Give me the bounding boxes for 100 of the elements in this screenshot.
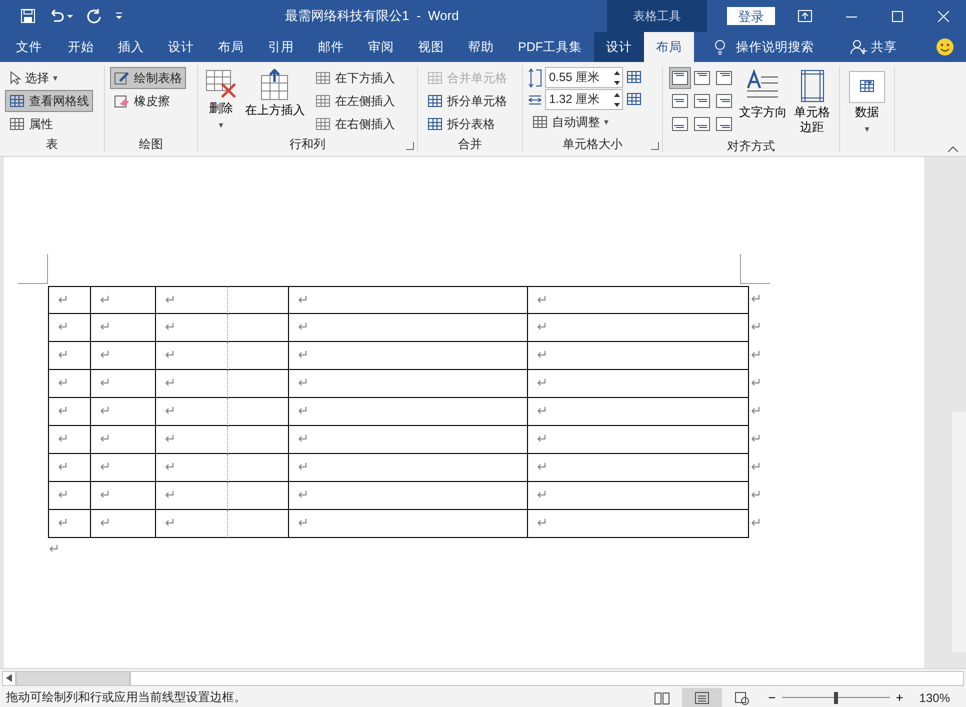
login-button[interactable]: 登录	[727, 7, 775, 25]
table-cell[interactable]	[228, 482, 289, 510]
table-cell[interactable]	[228, 342, 289, 370]
insert-above-button[interactable]: 在上方插入	[243, 67, 307, 135]
table-cell[interactable]: ↵	[91, 342, 156, 370]
zoom-thumb[interactable]	[834, 692, 838, 704]
table-cell[interactable]: ↵	[528, 342, 749, 370]
table-cell[interactable]: ↵	[156, 314, 228, 342]
ribbon-button[interactable]: 拆分单元格	[423, 90, 511, 112]
table-cell[interactable]: ↵	[91, 454, 156, 482]
redo-icon[interactable]	[86, 8, 102, 24]
launcher-icon[interactable]	[651, 142, 659, 150]
table-cell[interactable]: ↵	[156, 342, 228, 370]
table-cell[interactable]	[228, 314, 289, 342]
table-cell[interactable]: ↵	[91, 510, 156, 538]
table-cell[interactable]: ↵	[156, 482, 228, 510]
table-cell[interactable]: ↵	[289, 398, 528, 426]
table-cell[interactable]: ↵	[528, 482, 749, 510]
ribbon-tab[interactable]: 帮助	[456, 32, 506, 62]
ribbon-button[interactable]: 在下方插入	[311, 67, 399, 89]
table-cell[interactable]: ↵	[289, 286, 528, 314]
table-cell[interactable]: ↵	[528, 454, 749, 482]
ribbon-tab[interactable]: 引用	[256, 32, 306, 62]
table-cell[interactable]	[228, 426, 289, 454]
table-cell[interactable]: ↵	[528, 286, 749, 314]
width-field[interactable]: 1.32 厘米	[545, 89, 623, 110]
data-button[interactable]: 数据 ▾	[847, 67, 887, 151]
table-cell[interactable]	[228, 370, 289, 398]
ribbon-tab[interactable]: 文件	[0, 32, 56, 62]
table-cell[interactable]: ↵	[48, 314, 91, 342]
share-button[interactable]: 共享	[844, 32, 903, 62]
table-cell[interactable]: ↵	[528, 510, 749, 538]
ribbon-button[interactable]: 在左侧插入	[311, 90, 399, 112]
table-cell[interactable]: ↵	[156, 454, 228, 482]
delete-button[interactable]: 删除 ▾	[203, 67, 239, 135]
ribbon-tab[interactable]: 开始	[56, 32, 106, 62]
table-cell[interactable]: ↵	[48, 286, 91, 314]
table-cell[interactable]: ↵	[48, 482, 91, 510]
table-cell[interactable]: ↵	[48, 426, 91, 454]
table-cell[interactable]: ↵	[156, 426, 228, 454]
table-cell[interactable]: ↵	[48, 342, 91, 370]
table-cell[interactable]: ↵	[289, 370, 528, 398]
table-cell[interactable]: ↵	[156, 286, 228, 314]
table-cell[interactable]: ↵	[289, 314, 528, 342]
table-cell[interactable]: ↵	[48, 370, 91, 398]
table-cell[interactable]: ↵	[528, 370, 749, 398]
table-cell[interactable]: ↵	[91, 370, 156, 398]
table-cell[interactable]: ↵	[91, 398, 156, 426]
table-cell[interactable]: ↵	[91, 426, 156, 454]
ribbon-tab[interactable]: PDF工具集	[506, 32, 594, 62]
table-cell[interactable]: ↵	[91, 482, 156, 510]
ribbon-button[interactable]: 属性	[5, 113, 93, 135]
scroll-left-button[interactable]	[2, 671, 16, 686]
table-cell[interactable]: ↵	[156, 370, 228, 398]
table-cell[interactable]: ↵	[48, 454, 91, 482]
table-cell[interactable]	[228, 510, 289, 538]
text-direction-button[interactable]: 文字方向	[737, 67, 789, 137]
tell-me-search[interactable]: 操作说明搜索	[708, 32, 820, 62]
ribbon-tab[interactable]: 设计	[156, 32, 206, 62]
customize-icon[interactable]	[114, 11, 124, 21]
table-cell[interactable]: ↵	[48, 398, 91, 426]
ribbon-tab[interactable]: 设计	[594, 32, 644, 62]
table-cell[interactable]	[228, 398, 289, 426]
collapse-ribbon-icon[interactable]	[948, 146, 958, 152]
table-cell[interactable]: ↵	[528, 314, 749, 342]
table-cell[interactable]: ↵	[91, 314, 156, 342]
align-button[interactable]	[669, 67, 691, 89]
ribbon-tab[interactable]: 邮件	[306, 32, 356, 62]
ribbon-tab[interactable]: 审阅	[356, 32, 406, 62]
save-icon[interactable]	[20, 8, 36, 24]
ribbon-button[interactable]: 橡皮擦	[110, 90, 186, 112]
table-cell[interactable]: ↵	[528, 426, 749, 454]
print-layout-icon[interactable]	[682, 688, 722, 707]
ribbon-tab[interactable]: 布局	[206, 32, 256, 62]
height-field[interactable]: 0.55 厘米	[545, 67, 623, 88]
table-cell[interactable]: ↵	[156, 398, 228, 426]
table-cell[interactable]: ↵	[528, 398, 749, 426]
ribbon-button[interactable]: 拆分表格	[423, 113, 511, 135]
ribbon-tab[interactable]: 插入	[106, 32, 156, 62]
zoom-in-button[interactable]: +	[890, 690, 910, 705]
table-cell[interactable]: ↵	[91, 286, 156, 314]
ribbon-button[interactable]: 查看网格线	[5, 90, 93, 112]
ribbon-tab[interactable]: 布局	[644, 32, 694, 62]
autofit-button[interactable]: 自动调整 ▾	[528, 111, 644, 133]
ribbon-button[interactable]: 选择 ▾	[5, 67, 93, 89]
zoom-out-button[interactable]: −	[762, 690, 782, 705]
table-cell[interactable]	[228, 286, 289, 314]
ribbon-tab[interactable]: 视图	[406, 32, 456, 62]
table-cell[interactable]: ↵	[289, 510, 528, 538]
launcher-icon[interactable]	[406, 142, 414, 150]
scrollbar-thumb[interactable]	[16, 671, 130, 686]
table-cell[interactable]: ↵	[156, 510, 228, 538]
spin-arrows-icon[interactable]	[614, 70, 620, 84]
ribbon-button[interactable]: 绘制表格	[110, 67, 186, 89]
table-cell[interactable]: ↵	[289, 482, 528, 510]
vertical-scrollbar[interactable]	[924, 157, 966, 668]
spin-arrows-icon[interactable]	[614, 92, 620, 106]
table-cell[interactable]	[228, 454, 289, 482]
cell-margins-button[interactable]: 单元格边距	[791, 67, 833, 137]
table-cell[interactable]: ↵	[289, 454, 528, 482]
